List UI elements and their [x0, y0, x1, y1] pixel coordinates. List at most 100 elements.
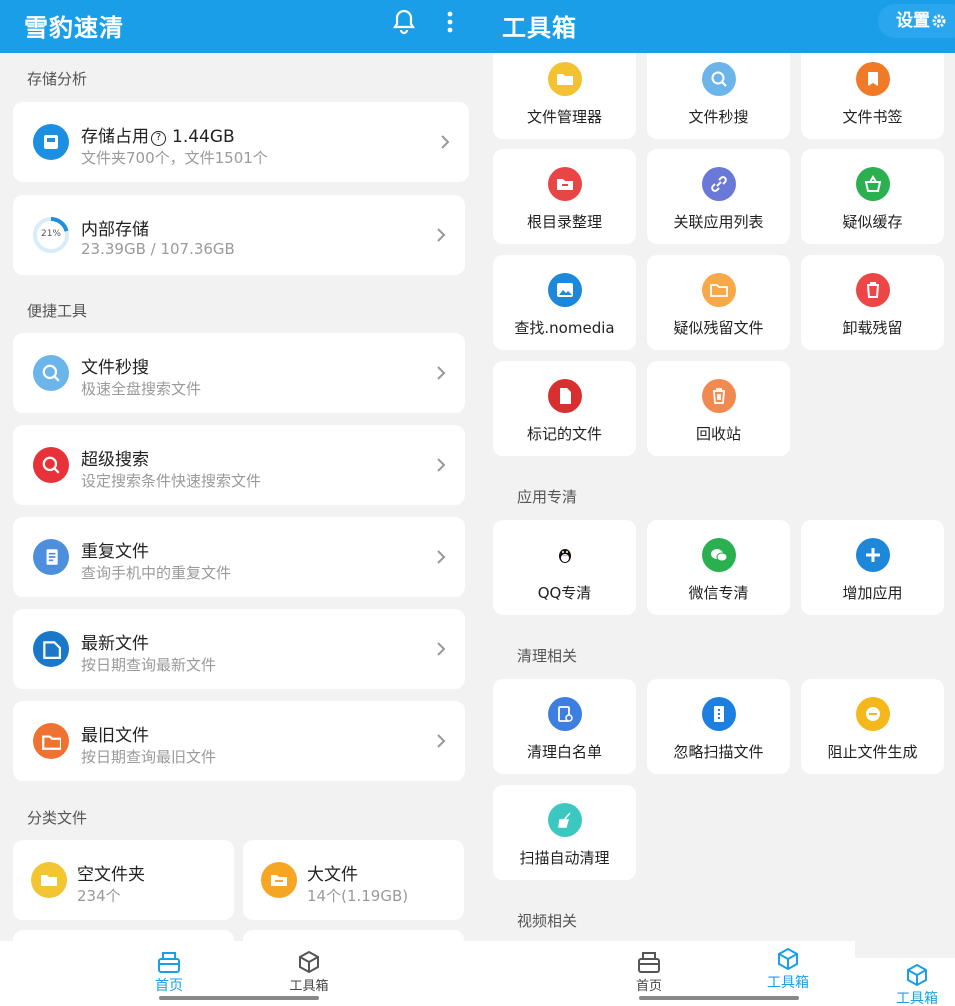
- chevron-right-icon: [437, 642, 446, 656]
- tool-card-super-search[interactable]: 超级搜索设定搜索条件快速搜索文件: [13, 425, 465, 505]
- tool-title: 最旧文件: [81, 726, 149, 746]
- internal-storage-sub: 23.39GB / 107.36GB: [81, 240, 235, 258]
- bell-icon[interactable]: [392, 9, 416, 35]
- tool-sub: 设定搜索条件快速搜索文件: [81, 472, 262, 490]
- tool-label: 阻止文件生成: [827, 743, 918, 761]
- empty-folder-icon: [41, 875, 57, 886]
- tool-card-new-file[interactable]: 最新文件 按日期查询最新文件: [13, 609, 465, 689]
- category-empty-folder[interactable]: 空文件夹 234个: [13, 840, 234, 920]
- nav-toolbox-partial[interactable]: 工具箱: [887, 962, 947, 1006]
- ignore-file-icon: [714, 706, 724, 722]
- tool-tile-residual-folder[interactable]: 疑似残留文件: [647, 255, 790, 350]
- big-file-icon-wrap: [261, 862, 297, 898]
- tool-tile-ignore-file[interactable]: 忽略扫描文件: [647, 679, 790, 774]
- block-icon-wrap: [856, 697, 890, 731]
- tool-tile-basket[interactable]: 疑似缓存: [801, 149, 944, 244]
- tool-tile-qq-penguin[interactable]: QQ专清: [493, 520, 636, 615]
- bottom-nav-overlap: 工具箱: [855, 958, 955, 1006]
- tool-tile-bookmark[interactable]: 文件书签: [801, 44, 944, 139]
- marked-file-icon: [560, 388, 571, 404]
- folder-icon: [557, 74, 573, 85]
- nav-home-label: 首页: [155, 978, 183, 994]
- chevron-right-icon: [441, 135, 450, 149]
- tool-card-old-folder[interactable]: 最旧文件 按日期查询最旧文件: [13, 701, 465, 781]
- nav-home-label: 首页: [635, 979, 662, 994]
- tool-title: 文件秒搜: [81, 358, 149, 378]
- nav-toolbox-label: 工具箱: [767, 975, 809, 991]
- toolbox-title: 工具箱: [502, 14, 577, 42]
- link-icon-wrap: [702, 167, 736, 201]
- storage-usage-size: 1.44GB: [172, 127, 235, 147]
- gesture-bar: [159, 996, 319, 1000]
- root-folder-icon: [557, 179, 573, 190]
- tool-title: 超级搜索: [81, 450, 149, 470]
- app-title: 雪豹速清: [24, 14, 124, 42]
- tool-sub: 极速全盘搜索文件: [81, 380, 202, 398]
- more-options-icon[interactable]: [440, 10, 460, 34]
- nav-toolbox[interactable]: 工具箱: [758, 946, 818, 992]
- tool-tile-folder[interactable]: 文件管理器: [493, 44, 636, 139]
- tool-card-duplicate-file[interactable]: 重复文件 查询手机中的重复文件: [13, 517, 465, 597]
- new-file-icon: [43, 641, 61, 659]
- tool-card-search[interactable]: 文件秒搜极速全盘搜索文件: [13, 333, 465, 413]
- settings-label: 设置: [896, 11, 930, 31]
- bottom-nav: 首页 工具箱: [478, 941, 855, 1006]
- whitelist-icon-wrap: [548, 697, 582, 731]
- search-icon: [711, 71, 727, 87]
- basket-icon-wrap: [856, 167, 890, 201]
- tool-tile-broom[interactable]: 扫描自动清理: [493, 785, 636, 880]
- nav-home[interactable]: 首页: [139, 949, 199, 995]
- tool-tile-recycle-bin[interactable]: 回收站: [647, 361, 790, 456]
- home-icon: [158, 952, 180, 973]
- residual-folder-icon: [710, 284, 728, 297]
- folder-icon-wrap: [548, 62, 582, 96]
- tool-tile-whitelist[interactable]: 清理白名单: [493, 679, 636, 774]
- tool-label: 扫描自动清理: [519, 849, 610, 867]
- tool-tile-marked-file[interactable]: 标记的文件: [493, 361, 636, 456]
- tool-tile-image[interactable]: 查找.nomedia: [493, 255, 636, 350]
- section-storage-analysis: 存储分析: [27, 70, 88, 88]
- tool-tile-wechat[interactable]: 微信专清: [647, 520, 790, 615]
- new-file-icon-wrap: [33, 631, 69, 667]
- qq-penguin-icon-wrap: [548, 538, 582, 572]
- tool-sub: 按日期查询最新文件: [81, 656, 217, 674]
- big-file-icon: [271, 875, 287, 886]
- chevron-right-icon: [437, 734, 446, 748]
- recycle-bin-icon: [713, 388, 725, 404]
- section-app-clean: 应用专清: [517, 488, 578, 506]
- tool-tile-link[interactable]: 关联应用列表: [647, 149, 790, 244]
- home-header: 雪豹速清: [0, 0, 478, 53]
- tool-tile-block[interactable]: 阻止文件生成: [801, 679, 944, 774]
- link-icon: [711, 176, 727, 192]
- section-categories: 分类文件: [27, 809, 88, 827]
- settings-button[interactable]: 设置: [878, 4, 955, 38]
- broom-icon: [558, 812, 571, 828]
- bookmark-icon: [868, 72, 878, 86]
- tool-tile-root-folder[interactable]: 根目录整理: [493, 149, 636, 244]
- tool-tile-trash[interactable]: 卸载残留: [801, 255, 944, 350]
- home-icon: [638, 952, 660, 973]
- trash-icon-wrap: [856, 273, 890, 307]
- tool-label: 忽略扫描文件: [673, 743, 764, 761]
- empty-folder-icon-wrap: [31, 862, 67, 898]
- category-big-file[interactable]: 大文件 14个(1.19GB): [243, 840, 464, 920]
- tool-tile-search[interactable]: 文件秒搜: [647, 44, 790, 139]
- tool-sub: 查询手机中的重复文件: [81, 564, 232, 582]
- internal-storage-title: 内部存储: [81, 220, 149, 240]
- storage-usage-card[interactable]: 存储占用? 1.44GB 文件夹700个，文件1501个: [13, 102, 469, 182]
- nav-toolbox-label: 工具箱: [896, 991, 938, 1006]
- cube-icon: [299, 950, 319, 974]
- root-folder-icon-wrap: [548, 167, 582, 201]
- cube-icon: [907, 963, 927, 987]
- help-icon[interactable]: ?: [151, 131, 166, 146]
- nav-toolbox[interactable]: 工具箱: [279, 949, 339, 994]
- internal-storage-card[interactable]: 21% 内部存储 23.39GB / 107.36GB: [13, 195, 465, 275]
- storage-usage-sub: 文件夹700个，文件1501个: [81, 149, 268, 167]
- nav-home[interactable]: 首页: [619, 949, 679, 994]
- tool-label: 文件书签: [842, 108, 903, 126]
- tool-label: 根目录整理: [526, 213, 602, 231]
- tool-label: 标记的文件: [526, 425, 602, 443]
- tool-label: 回收站: [695, 425, 741, 443]
- tool-tile-add[interactable]: 增加应用: [801, 520, 944, 615]
- super-search-icon: [42, 456, 60, 474]
